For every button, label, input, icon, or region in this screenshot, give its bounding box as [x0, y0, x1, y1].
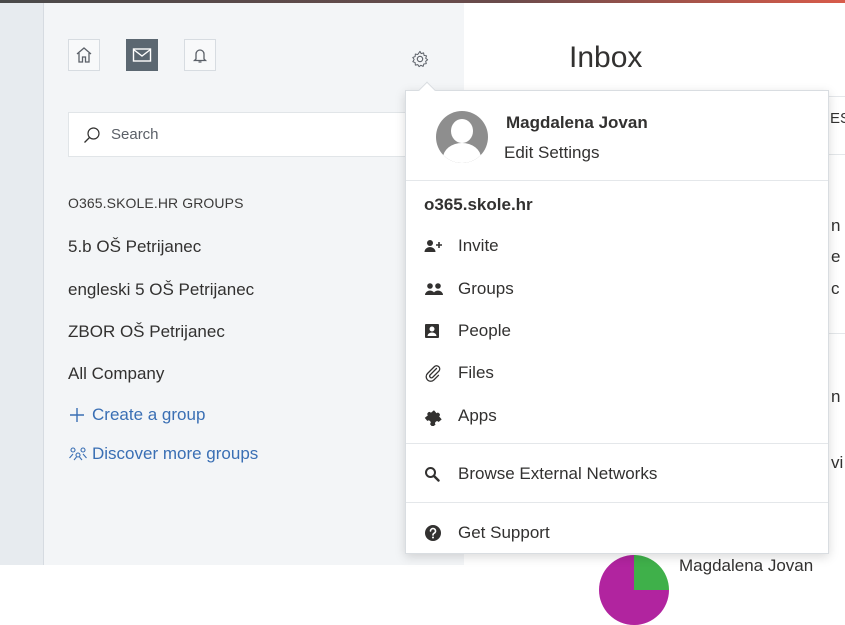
settings-button[interactable]: [406, 45, 434, 73]
mail-icon: [132, 48, 152, 62]
create-group-label: Create a group: [92, 405, 206, 424]
menu-item-label: Get Support: [458, 523, 550, 542]
search-icon: [84, 126, 100, 143]
message-fragment: e: [831, 247, 841, 266]
divider: [406, 502, 828, 503]
avatar: [436, 111, 488, 163]
discover-icon: [68, 446, 92, 462]
menu-item-label: Groups: [458, 279, 514, 298]
message-fragment: n: [831, 216, 841, 235]
discover-groups-link[interactable]: Discover more groups: [68, 444, 258, 464]
profile-header[interactable]: Magdalena Jovan Edit Settings: [406, 91, 828, 181]
gear-icon: [412, 50, 429, 68]
mail-button[interactable]: [126, 39, 158, 71]
menu-item-label: Files: [458, 363, 494, 382]
puzzle-icon: [424, 406, 458, 426]
create-group-link[interactable]: Create a group: [68, 405, 205, 425]
notifications-button[interactable]: [184, 39, 216, 71]
menu-item-label: Browse External Networks: [458, 464, 658, 483]
paperclip-icon: [424, 364, 458, 382]
network-name: o365.skole.hr: [424, 195, 533, 214]
menu-item-label: Invite: [458, 236, 499, 255]
menu-item-label: People: [458, 321, 511, 340]
app-rail: [0, 3, 44, 565]
menu-item-files[interactable]: Files: [424, 359, 494, 387]
settings-menu: Magdalena Jovan Edit Settings o365.skole…: [405, 81, 829, 554]
home-button[interactable]: [68, 39, 100, 71]
groups-section-header: O365.SKOLE.HR GROUPS: [68, 195, 244, 211]
group-item[interactable]: 5.b OŠ Petrijanec: [68, 237, 201, 257]
message-fragment: vi: [831, 453, 844, 472]
message-fragment: n: [831, 387, 841, 406]
divider: [406, 180, 828, 181]
discover-groups-label: Discover more groups: [92, 444, 259, 463]
profile-name: Magdalena Jovan: [506, 113, 648, 132]
invite-icon: [424, 239, 458, 253]
search-box[interactable]: [68, 112, 408, 157]
people-icon: [424, 323, 458, 339]
group-avatar: [599, 555, 669, 625]
message-fragment: c: [831, 279, 840, 298]
menu-item-invite[interactable]: Invite: [424, 232, 499, 260]
page-title: Inbox: [569, 41, 643, 74]
menu-item-apps[interactable]: Apps: [424, 402, 497, 430]
bell-icon: [192, 49, 208, 63]
menu-item-label: Apps: [458, 406, 497, 425]
sidebar: O365.SKOLE.HR GROUPS 5.b OŠ Petrijanec e…: [44, 3, 464, 565]
group-item[interactable]: All Company: [68, 364, 164, 384]
search-input[interactable]: [111, 126, 371, 143]
group-item[interactable]: ZBOR OŠ Petrijanec: [68, 322, 225, 342]
home-icon: [76, 47, 92, 63]
menu-item-get-support[interactable]: Get Support: [424, 519, 550, 547]
divider: [406, 443, 828, 444]
group-item[interactable]: engleski 5 OŠ Petrijanec: [68, 280, 254, 300]
menu-item-people[interactable]: People: [424, 317, 511, 345]
menu-item-browse-networks[interactable]: Browse External Networks: [424, 460, 657, 488]
search-icon: [424, 466, 458, 482]
plus-icon: [68, 406, 92, 424]
groups-icon: [424, 282, 458, 296]
edit-settings-link[interactable]: Edit Settings: [504, 143, 599, 163]
menu-item-groups[interactable]: Groups: [424, 275, 514, 303]
message-author: Magdalena Jovan: [679, 556, 814, 575]
tab-label-fragment: ES: [830, 110, 845, 127]
help-icon: [424, 524, 458, 542]
